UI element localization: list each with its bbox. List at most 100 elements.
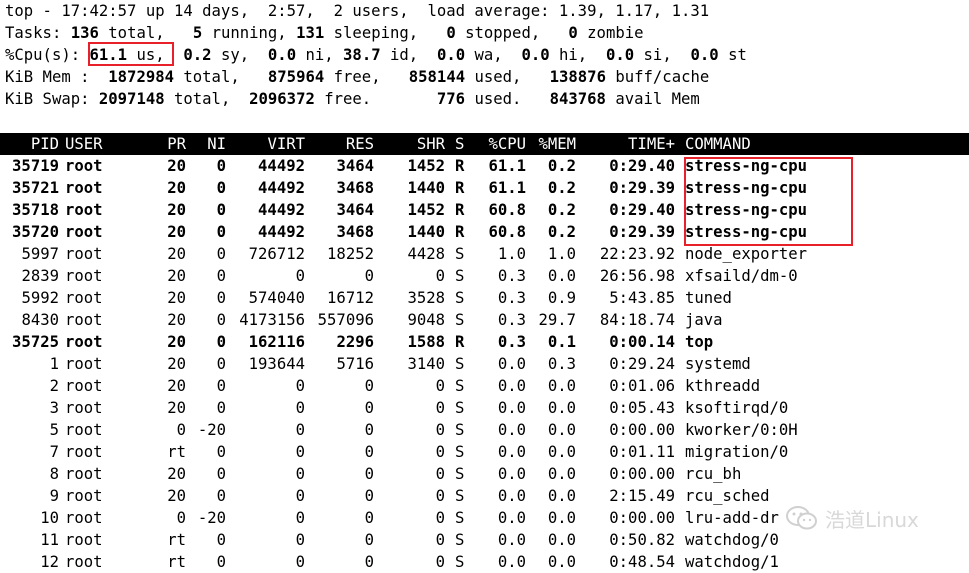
cell-command: rcu_bh bbox=[685, 465, 742, 483]
table-row: 1 root 20 0 193644 5716 3140 S 0.0 0.3 0:29.24 syst… bbox=[0, 353, 969, 375]
cell-time: 0:48.54 bbox=[609, 553, 675, 571]
cell-pid: 2839 bbox=[21, 267, 59, 285]
cell-time: 0:00.00 bbox=[609, 509, 675, 527]
cell-user: root bbox=[65, 399, 103, 417]
cell-virt: 0 bbox=[295, 421, 305, 439]
cell-virt: 0 bbox=[295, 531, 305, 549]
terminal-window[interactable]: top - 17:42:57 up 14 days, 2:57, 2 users… bbox=[0, 0, 969, 571]
cell-virt: 193644 bbox=[248, 355, 305, 373]
cell-time: 0:29.24 bbox=[609, 355, 675, 373]
cell-command: tuned bbox=[685, 289, 732, 307]
cell-state: S bbox=[455, 399, 465, 417]
cell-user: root bbox=[65, 201, 103, 219]
cell-res: 3468 bbox=[336, 223, 374, 241]
cell-shr: 0 bbox=[435, 399, 445, 417]
cell-state: S bbox=[455, 267, 465, 285]
cell-state: S bbox=[455, 245, 465, 263]
cell-user: root bbox=[65, 157, 103, 175]
uptime-line: top - 17:42:57 up 14 days, 2:57, 2 users… bbox=[5, 2, 710, 20]
table-row: 5992 root 20 0 574040 16712 3528 S 0.3 0.9 5:43.85… bbox=[0, 287, 969, 309]
cell-priority: 20 bbox=[167, 245, 186, 263]
cell-command: top bbox=[685, 333, 714, 351]
cell-res: 2296 bbox=[336, 333, 374, 351]
cell-user: root bbox=[65, 377, 103, 395]
cell-user: root bbox=[65, 355, 103, 373]
cell-priority: 20 bbox=[167, 311, 186, 329]
cell-cpu: 0.0 bbox=[497, 509, 526, 527]
cell-res: 557096 bbox=[317, 311, 374, 329]
header-res: RES bbox=[345, 135, 374, 153]
cell-shr: 0 bbox=[435, 509, 445, 527]
cell-virt: 162116 bbox=[248, 333, 305, 351]
cell-state: S bbox=[455, 465, 465, 483]
cell-state: S bbox=[455, 421, 465, 439]
cell-nice: 0 bbox=[216, 377, 226, 395]
cell-command: kthreadd bbox=[685, 377, 761, 395]
header-mem: %MEM bbox=[538, 135, 576, 153]
cell-state: R bbox=[455, 333, 465, 351]
cell-shr: 0 bbox=[435, 465, 445, 483]
cpu-us-highlight-box bbox=[88, 42, 174, 66]
cell-priority: rt bbox=[167, 553, 186, 571]
cell-state: S bbox=[455, 509, 465, 527]
cell-cpu: 0.0 bbox=[497, 487, 526, 505]
swap-line: KiB Swap: 2097148 total, 2096372 free. 7… bbox=[5, 90, 700, 108]
cell-time: 26:56.98 bbox=[599, 267, 675, 285]
cell-mem: 0.0 bbox=[547, 377, 576, 395]
cell-mem: 0.0 bbox=[547, 465, 576, 483]
cell-pid: 8430 bbox=[21, 311, 59, 329]
cell-virt: 0 bbox=[295, 267, 305, 285]
cell-nice: 0 bbox=[216, 179, 226, 197]
cell-priority: 20 bbox=[167, 157, 186, 175]
cell-virt: 0 bbox=[295, 377, 305, 395]
cell-time: 0:50.82 bbox=[609, 531, 675, 549]
cell-priority: 20 bbox=[167, 355, 186, 373]
cell-priority: 20 bbox=[167, 289, 186, 307]
cell-res: 3468 bbox=[336, 179, 374, 197]
cell-mem: 0.3 bbox=[547, 355, 576, 373]
cell-time: 0:05.43 bbox=[609, 399, 675, 417]
cell-res: 0 bbox=[364, 509, 374, 527]
cell-cpu: 61.1 bbox=[488, 157, 526, 175]
cell-virt: 0 bbox=[295, 399, 305, 417]
cell-state: S bbox=[455, 553, 465, 571]
cell-mem: 0.0 bbox=[547, 421, 576, 439]
cell-cpu: 0.3 bbox=[497, 333, 526, 351]
cell-priority: 20 bbox=[167, 487, 186, 505]
table-row: 3 root 20 0 0 0 0 S 0.0 0.0 0:05.43 ksoftirqd/0 bbox=[0, 397, 969, 419]
cell-shr: 0 bbox=[435, 487, 445, 505]
table-row: 8 root 20 0 0 0 0 S 0.0 0.0 0:00.00 rcu_bh bbox=[0, 463, 969, 485]
table-row: 2 root 20 0 0 0 0 S 0.0 0.0 0:01.06 kthreadd bbox=[0, 375, 969, 397]
cell-state: R bbox=[455, 201, 465, 219]
cell-shr: 0 bbox=[435, 531, 445, 549]
cell-res: 0 bbox=[364, 531, 374, 549]
cell-shr: 0 bbox=[435, 421, 445, 439]
cell-time: 0:00.00 bbox=[609, 465, 675, 483]
cell-time: 22:23.92 bbox=[599, 245, 675, 263]
cell-pid: 7 bbox=[49, 443, 59, 461]
table-row: 12 root rt 0 0 0 0 S 0.0 0.0 0:48.54 watchdog/1 bbox=[0, 551, 969, 573]
cell-mem: 0.2 bbox=[547, 157, 576, 175]
cell-state: R bbox=[455, 157, 465, 175]
cell-cpu: 0.0 bbox=[497, 421, 526, 439]
cell-nice: 0 bbox=[216, 267, 226, 285]
cell-virt: 44492 bbox=[258, 223, 305, 241]
cell-mem: 0.0 bbox=[547, 531, 576, 549]
cell-cpu: 0.0 bbox=[497, 355, 526, 373]
cell-shr: 0 bbox=[435, 267, 445, 285]
cell-user: root bbox=[65, 443, 103, 461]
cell-user: root bbox=[65, 267, 103, 285]
cell-priority: 0 bbox=[176, 421, 186, 439]
cell-shr: 0 bbox=[435, 377, 445, 395]
cell-command: ksoftirqd/0 bbox=[685, 399, 789, 417]
cell-pid: 8 bbox=[49, 465, 59, 483]
cell-pid: 35725 bbox=[12, 333, 59, 351]
cell-mem: 0.0 bbox=[547, 443, 576, 461]
cell-pid: 1 bbox=[49, 355, 59, 373]
cell-mem: 0.0 bbox=[547, 267, 576, 285]
cell-time: 2:15.49 bbox=[609, 487, 675, 505]
cell-user: root bbox=[65, 289, 103, 307]
cell-virt: 0 bbox=[295, 509, 305, 527]
cell-pid: 5992 bbox=[21, 289, 59, 307]
cell-pid: 35721 bbox=[12, 179, 59, 197]
